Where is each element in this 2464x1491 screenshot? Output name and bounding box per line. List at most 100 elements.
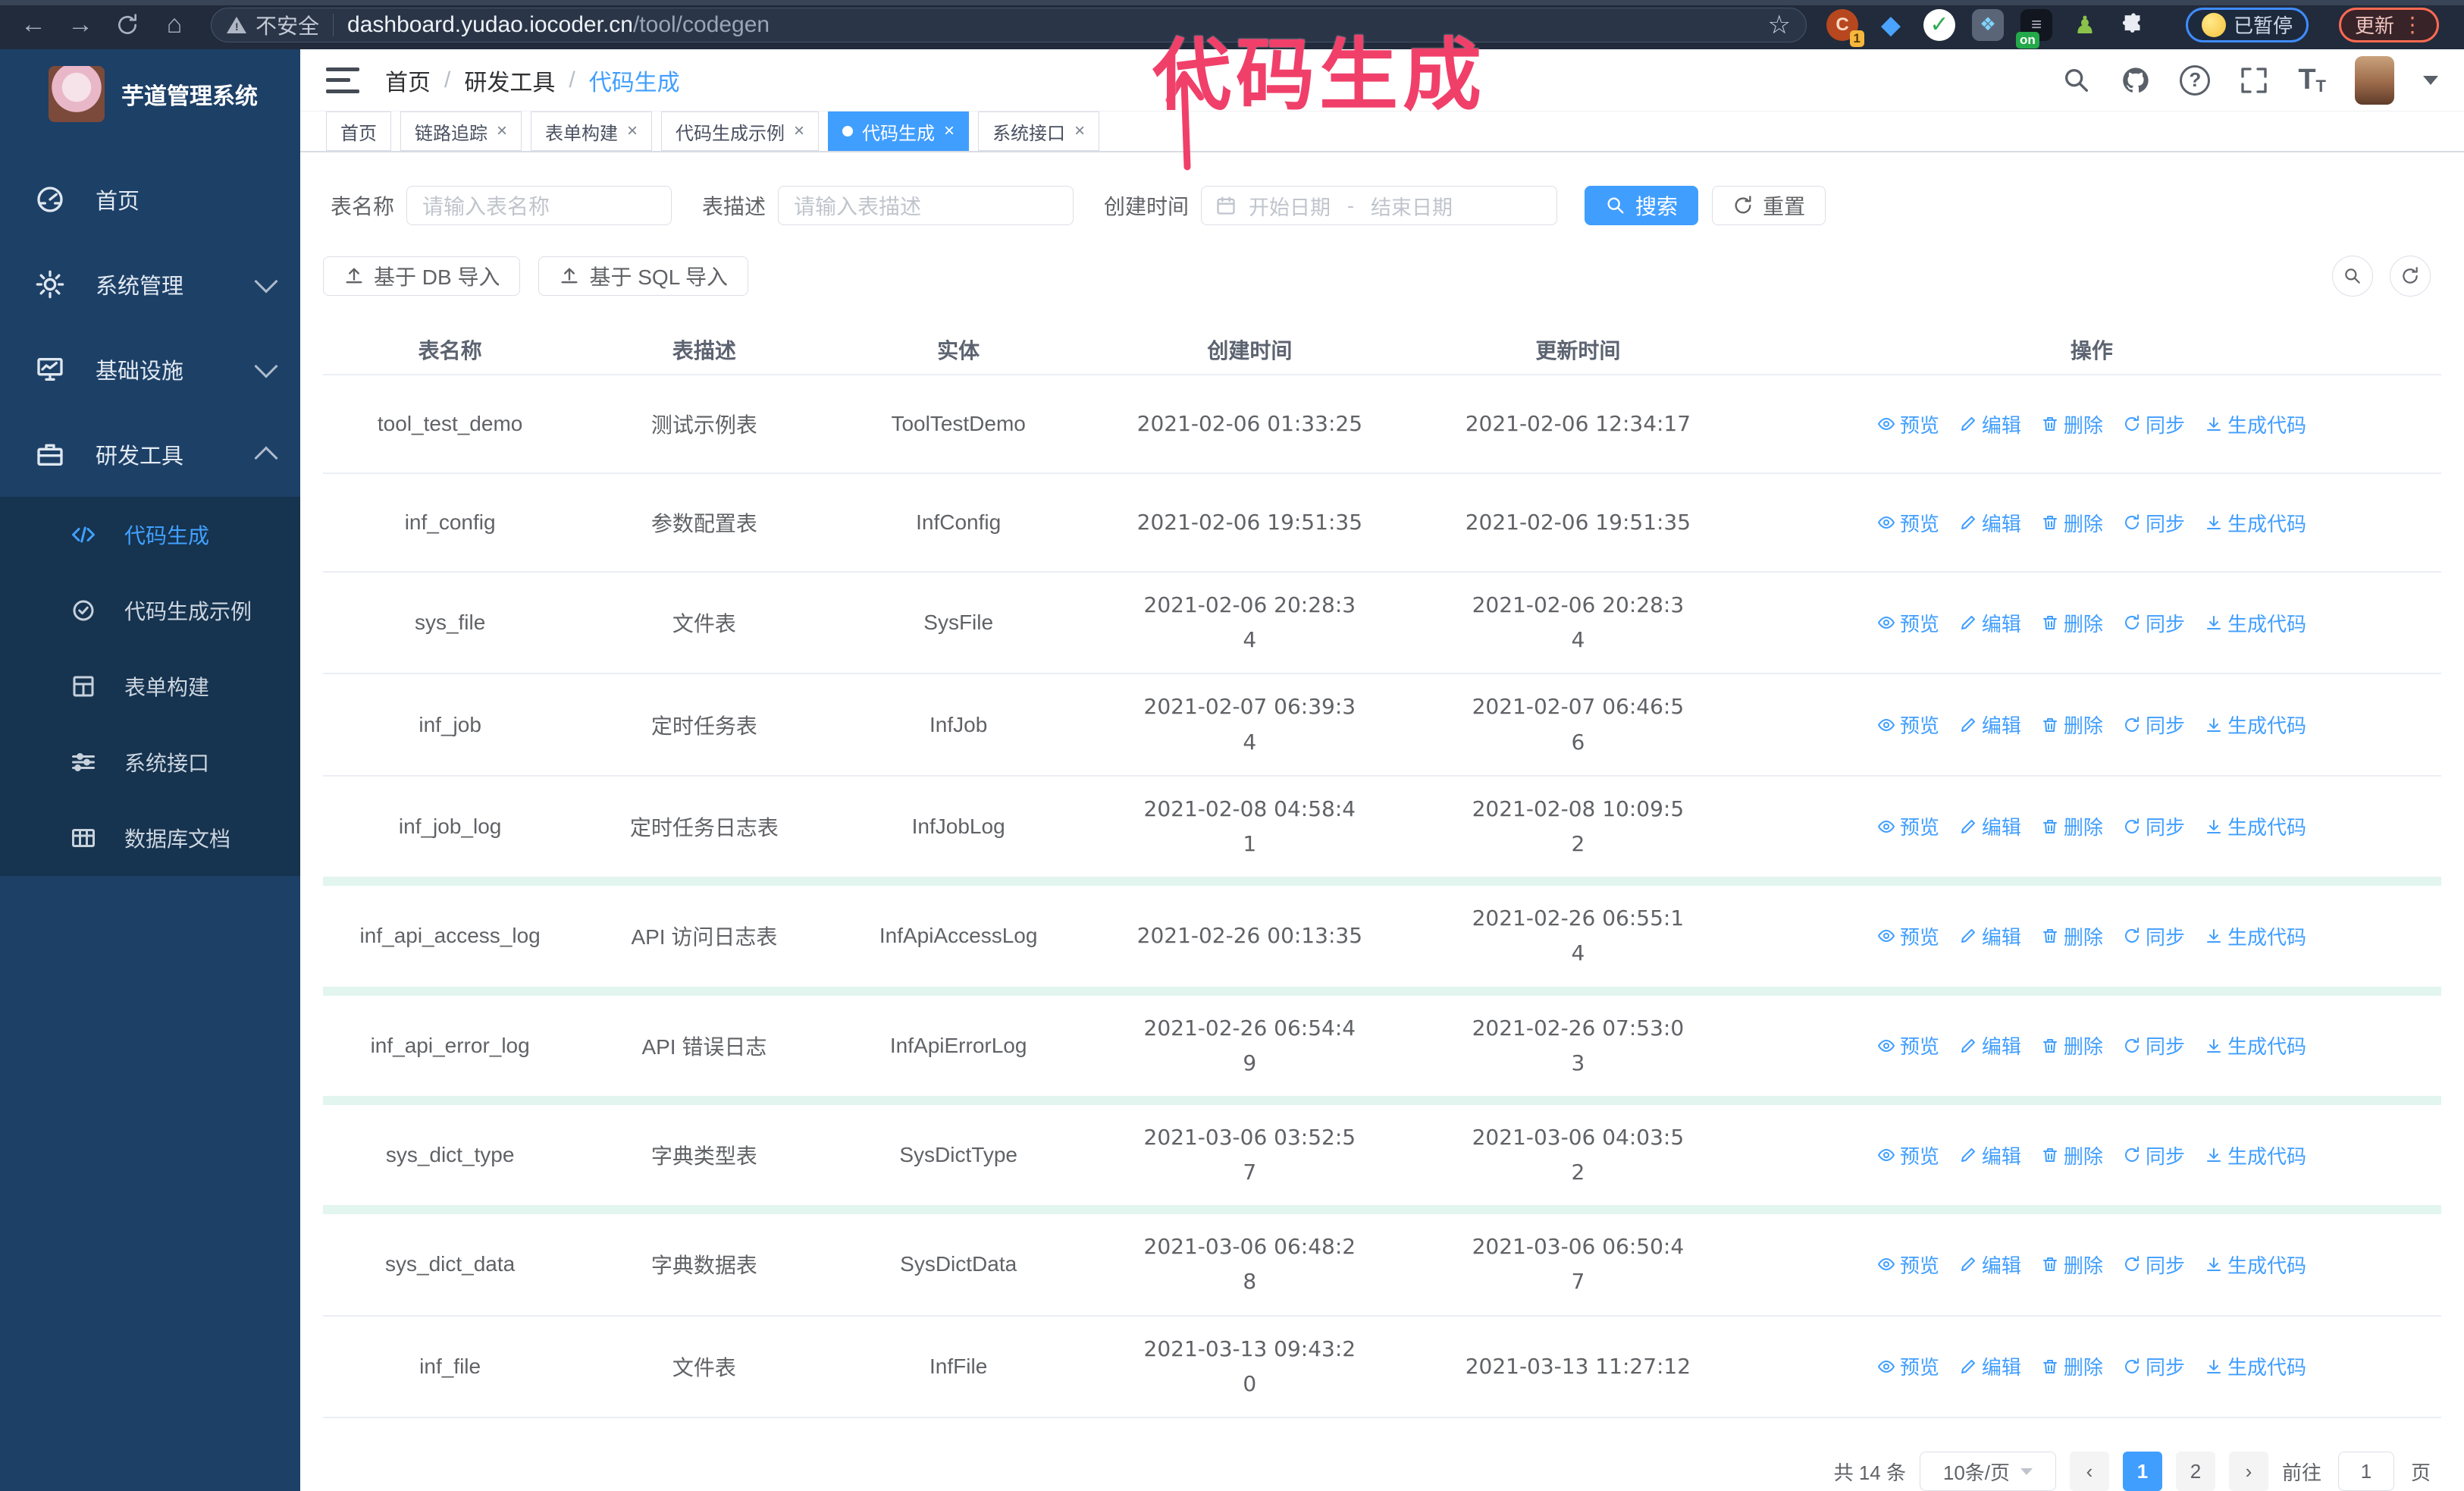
security-chip[interactable]: 不安全 bbox=[255, 10, 319, 40]
preview-action[interactable]: 预览 bbox=[1877, 1141, 1939, 1169]
sync-action[interactable]: 同步 bbox=[2123, 711, 2185, 739]
generate-code-action[interactable]: 生成代码 bbox=[2205, 1251, 2306, 1279]
table-row[interactable]: inf_config 参数配置表 InfConfig 2021-02-06 19… bbox=[323, 472, 2441, 571]
sidebar-item-home[interactable]: 首页 bbox=[0, 157, 300, 242]
preview-action[interactable]: 预览 bbox=[1877, 711, 1939, 739]
sync-action[interactable]: 同步 bbox=[2123, 1141, 2185, 1169]
table-row[interactable]: sys_file 文件表 SysFile 2021-02-06 20:28:34… bbox=[323, 571, 2441, 673]
extension-check-icon[interactable]: ✓ bbox=[1923, 8, 1955, 41]
page-button-2[interactable]: 2 bbox=[2175, 1452, 2215, 1491]
delete-action[interactable]: 删除 bbox=[2041, 922, 2103, 950]
browser-reload-icon[interactable] bbox=[108, 5, 147, 45]
delete-action[interactable]: 删除 bbox=[2041, 812, 2103, 840]
preview-action[interactable]: 预览 bbox=[1877, 1251, 1939, 1279]
browser-forward-icon[interactable]: → bbox=[61, 5, 100, 45]
edit-action[interactable]: 编辑 bbox=[1959, 812, 2021, 840]
generate-code-action[interactable]: 生成代码 bbox=[2205, 509, 2306, 537]
reset-button[interactable]: 重置 bbox=[1712, 186, 1826, 225]
browser-back-icon[interactable]: ← bbox=[14, 5, 53, 45]
avatar-caret-icon[interactable] bbox=[2423, 75, 2438, 85]
sidebar-item-devtools[interactable]: 研发工具 bbox=[0, 412, 300, 497]
help-icon[interactable]: ? bbox=[2180, 64, 2211, 96]
profile-paused-pill[interactable]: 已暂停 bbox=[2186, 7, 2309, 42]
close-tab-icon[interactable]: × bbox=[944, 121, 955, 142]
table-row[interactable]: sys_dict_type 字典类型表 SysDictType 2021-03-… bbox=[323, 1095, 2441, 1205]
sync-action[interactable]: 同步 bbox=[2123, 1251, 2185, 1279]
edit-action[interactable]: 编辑 bbox=[1959, 609, 2021, 637]
generate-code-action[interactable]: 生成代码 bbox=[2205, 609, 2306, 637]
delete-action[interactable]: 删除 bbox=[2041, 410, 2103, 438]
generate-code-action[interactable]: 生成代码 bbox=[2205, 812, 2306, 840]
tab-代码生成[interactable]: 代码生成 × bbox=[828, 111, 970, 151]
tab-表单构建[interactable]: 表单构建 × bbox=[531, 111, 653, 151]
generate-code-action[interactable]: 生成代码 bbox=[2205, 711, 2306, 739]
fullscreen-icon[interactable] bbox=[2239, 65, 2269, 96]
edit-action[interactable]: 编辑 bbox=[1959, 410, 2021, 438]
table-desc-input[interactable]: 请输入表描述 bbox=[778, 186, 1074, 225]
sidebar-collapse-icon[interactable] bbox=[326, 67, 359, 93]
browser-menu-kebab-icon[interactable]: ⋮ bbox=[2402, 12, 2423, 37]
close-tab-icon[interactable]: × bbox=[497, 121, 507, 142]
search-button[interactable]: 搜索 bbox=[1585, 186, 1699, 225]
edit-action[interactable]: 编辑 bbox=[1959, 1031, 2021, 1059]
close-tab-icon[interactable]: × bbox=[794, 121, 804, 142]
next-page-button[interactable]: › bbox=[2228, 1452, 2268, 1491]
sidebar-item-infra[interactable]: 基础设施 bbox=[0, 327, 300, 412]
logo-row[interactable]: 芋道管理系统 bbox=[0, 49, 300, 137]
github-icon[interactable] bbox=[2121, 65, 2151, 96]
edit-action[interactable]: 编辑 bbox=[1959, 509, 2021, 537]
date-range-picker[interactable]: 开始日期 - 结束日期 bbox=[1201, 186, 1558, 225]
table-row[interactable]: inf_file 文件表 InfFile 2021-03-13 09:43:20… bbox=[323, 1314, 2441, 1417]
extension-android-icon[interactable]: ♟ bbox=[2069, 9, 2101, 41]
import-db-button[interactable]: 基于 DB 导入 bbox=[323, 256, 521, 296]
update-button[interactable]: 更新 ⋮ bbox=[2339, 7, 2440, 42]
sync-action[interactable]: 同步 bbox=[2123, 609, 2185, 637]
prev-page-button[interactable]: ‹ bbox=[2069, 1452, 2109, 1491]
preview-action[interactable]: 预览 bbox=[1877, 1031, 1939, 1059]
refresh-table-button[interactable] bbox=[2390, 256, 2431, 297]
sync-action[interactable]: 同步 bbox=[2123, 1031, 2185, 1059]
table-row[interactable]: inf_job 定时任务表 InfJob 2021-02-07 06:39:34… bbox=[323, 673, 2441, 774]
edit-action[interactable]: 编辑 bbox=[1959, 1352, 2021, 1380]
breadcrumb-home[interactable]: 首页 bbox=[385, 64, 431, 97]
preview-action[interactable]: 预览 bbox=[1877, 609, 1939, 637]
generate-code-action[interactable]: 生成代码 bbox=[2205, 922, 2306, 950]
edit-action[interactable]: 编辑 bbox=[1959, 1251, 2021, 1279]
search-icon[interactable] bbox=[2061, 65, 2092, 96]
sidebar-item-form-builder[interactable]: 表单构建 bbox=[0, 648, 300, 724]
edit-action[interactable]: 编辑 bbox=[1959, 922, 2021, 950]
preview-action[interactable]: 预览 bbox=[1877, 410, 1939, 438]
table-row[interactable]: sys_dict_data 字典数据表 SysDictData 2021-03-… bbox=[323, 1205, 2441, 1314]
table-row[interactable]: inf_job_log 定时任务日志表 InfJobLog 2021-02-08… bbox=[323, 774, 2441, 877]
tab-代码生成示例[interactable]: 代码生成示例 × bbox=[661, 111, 820, 151]
page-size-select[interactable]: 10条/页 bbox=[1919, 1452, 2056, 1491]
table-row[interactable]: inf_api_error_log API 错误日志 InfApiErrorLo… bbox=[323, 986, 2441, 1096]
extension-grid-icon[interactable]: ❖ bbox=[1972, 8, 2004, 41]
delete-action[interactable]: 删除 bbox=[2041, 1141, 2103, 1169]
breadcrumb-devtools[interactable]: 研发工具 bbox=[464, 64, 555, 97]
table-row[interactable]: tool_test_demo 测试示例表 ToolTestDemo 2021-0… bbox=[323, 374, 2441, 472]
generate-code-action[interactable]: 生成代码 bbox=[2205, 1031, 2306, 1059]
sync-action[interactable]: 同步 bbox=[2123, 410, 2185, 438]
preview-action[interactable]: 预览 bbox=[1877, 1352, 1939, 1380]
bookmark-star-icon[interactable]: ☆ bbox=[1768, 10, 1791, 40]
table-name-input[interactable]: 请输入表名称 bbox=[406, 186, 672, 225]
sync-action[interactable]: 同步 bbox=[2123, 922, 2185, 950]
sidebar-item-codegen[interactable]: 代码生成 bbox=[0, 497, 300, 573]
close-tab-icon[interactable]: × bbox=[1074, 121, 1085, 142]
sidebar-item-codegen-example[interactable]: 代码生成示例 bbox=[0, 573, 300, 648]
delete-action[interactable]: 删除 bbox=[2041, 1251, 2103, 1279]
delete-action[interactable]: 删除 bbox=[2041, 1352, 2103, 1380]
edit-action[interactable]: 编辑 bbox=[1959, 1141, 2021, 1169]
extension-dark-icon[interactable]: ≡ on bbox=[2016, 8, 2052, 49]
tab-首页[interactable]: 首页 bbox=[326, 111, 391, 151]
preview-action[interactable]: 预览 bbox=[1877, 812, 1939, 840]
close-tab-icon[interactable]: × bbox=[627, 121, 638, 142]
sidebar-item-system[interactable]: 系统管理 bbox=[0, 242, 300, 327]
delete-action[interactable]: 删除 bbox=[2041, 509, 2103, 537]
generate-code-action[interactable]: 生成代码 bbox=[2205, 1352, 2306, 1380]
font-size-icon[interactable]: TT bbox=[2298, 64, 2326, 96]
extension-gem-icon[interactable]: ◆ bbox=[1875, 9, 1907, 41]
sync-action[interactable]: 同步 bbox=[2123, 1352, 2185, 1380]
show-search-toggle-button[interactable] bbox=[2332, 256, 2373, 297]
